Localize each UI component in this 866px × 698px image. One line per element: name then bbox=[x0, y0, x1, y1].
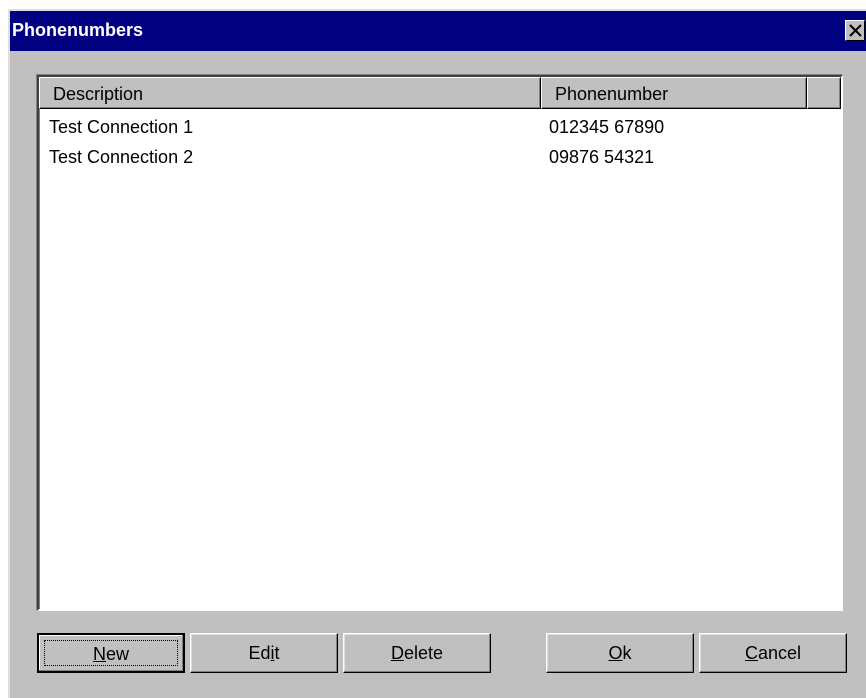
phonenumbers-dialog: Phonenumbers Description Phonenumber Tes… bbox=[8, 9, 866, 698]
ok-button-label: Ok bbox=[608, 643, 632, 663]
column-header-phonenumber[interactable]: Phonenumber bbox=[541, 77, 807, 109]
delete-button-label: Delete bbox=[390, 643, 444, 663]
list-row[interactable]: Test Connection 2 09876 54321 bbox=[49, 147, 829, 173]
phonenumber-list[interactable]: Description Phonenumber Test Connection … bbox=[37, 75, 843, 611]
row-description: Test Connection 2 bbox=[49, 147, 194, 167]
window-title: Phonenumbers bbox=[12, 20, 144, 40]
list-row[interactable]: Test Connection 1 012345 67890 bbox=[49, 117, 829, 143]
close-button[interactable] bbox=[845, 20, 865, 41]
row-description: Test Connection 1 bbox=[49, 117, 194, 137]
column-header-label: Phonenumber bbox=[555, 84, 669, 104]
new-button[interactable]: New bbox=[37, 633, 185, 673]
column-header-description[interactable]: Description bbox=[39, 77, 541, 109]
new-button-label: New bbox=[92, 644, 129, 664]
edit-button[interactable]: Edit bbox=[190, 633, 338, 673]
ok-button[interactable]: Ok bbox=[546, 633, 694, 673]
cancel-button-label: Cancel bbox=[744, 643, 802, 663]
row-phonenumber: 09876 54321 bbox=[549, 147, 655, 167]
row-phonenumber: 012345 67890 bbox=[549, 117, 665, 137]
list-header: Description Phonenumber bbox=[39, 77, 841, 109]
close-icon bbox=[849, 24, 862, 37]
column-header-label: Description bbox=[53, 84, 144, 104]
edit-button-label: Edit bbox=[248, 643, 280, 663]
cancel-button[interactable]: Cancel bbox=[699, 633, 847, 673]
column-header-filler bbox=[807, 77, 841, 109]
delete-button[interactable]: Delete bbox=[343, 633, 491, 673]
title-bar[interactable]: Phonenumbers bbox=[10, 11, 866, 51]
